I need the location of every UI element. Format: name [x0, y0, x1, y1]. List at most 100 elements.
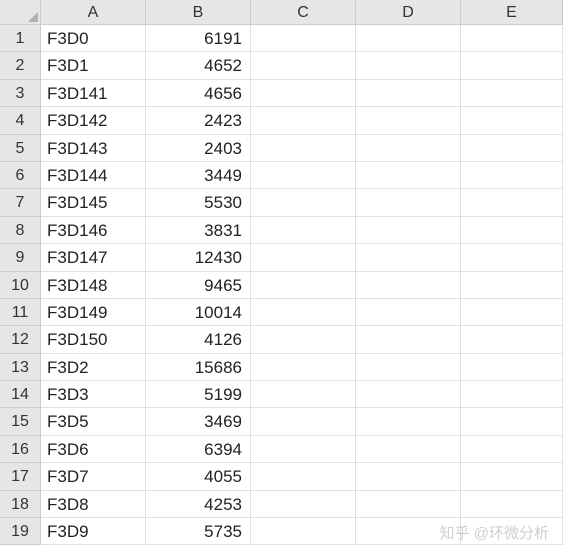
cell[interactable]: F3D149	[41, 299, 146, 326]
cell[interactable]: F3D9	[41, 518, 146, 545]
cell[interactable]	[461, 463, 563, 490]
cell[interactable]	[356, 135, 461, 162]
cell[interactable]: 10014	[146, 299, 251, 326]
cell[interactable]: F3D143	[41, 135, 146, 162]
cell[interactable]	[461, 189, 563, 216]
cell[interactable]	[356, 326, 461, 353]
cell[interactable]	[356, 299, 461, 326]
cell[interactable]	[251, 107, 356, 134]
row-header[interactable]: 18	[0, 491, 41, 518]
row-header[interactable]: 4	[0, 107, 41, 134]
row-header[interactable]: 9	[0, 244, 41, 271]
cell[interactable]	[461, 80, 563, 107]
cell[interactable]	[356, 244, 461, 271]
col-header-c[interactable]: C	[251, 0, 356, 25]
cell[interactable]	[251, 354, 356, 381]
row-header[interactable]: 15	[0, 408, 41, 435]
cell[interactable]	[461, 162, 563, 189]
cell[interactable]: 4652	[146, 52, 251, 79]
cell[interactable]	[251, 272, 356, 299]
col-header-b[interactable]: B	[146, 0, 251, 25]
cell[interactable]	[251, 381, 356, 408]
cell[interactable]	[461, 52, 563, 79]
row-header[interactable]: 12	[0, 326, 41, 353]
cell[interactable]: F3D148	[41, 272, 146, 299]
cell[interactable]	[461, 408, 563, 435]
cell[interactable]: 3831	[146, 217, 251, 244]
row-header[interactable]: 2	[0, 52, 41, 79]
cell[interactable]	[251, 25, 356, 52]
cell[interactable]: 4656	[146, 80, 251, 107]
cell[interactable]: F3D0	[41, 25, 146, 52]
cell[interactable]	[356, 217, 461, 244]
cell[interactable]	[461, 107, 563, 134]
cell[interactable]	[251, 463, 356, 490]
cell[interactable]: F3D150	[41, 326, 146, 353]
cell[interactable]	[461, 326, 563, 353]
cell[interactable]	[461, 491, 563, 518]
cell[interactable]	[251, 135, 356, 162]
row-header[interactable]: 1	[0, 25, 41, 52]
cell[interactable]	[461, 244, 563, 271]
cell[interactable]: 9465	[146, 272, 251, 299]
cell[interactable]	[356, 80, 461, 107]
cell[interactable]	[251, 436, 356, 463]
cell[interactable]: F3D3	[41, 381, 146, 408]
cell[interactable]	[251, 162, 356, 189]
col-header-a[interactable]: A	[41, 0, 146, 25]
cell[interactable]: F3D146	[41, 217, 146, 244]
cell[interactable]: 5199	[146, 381, 251, 408]
row-header[interactable]: 19	[0, 518, 41, 545]
cell[interactable]	[461, 518, 563, 545]
cell[interactable]	[251, 80, 356, 107]
row-header[interactable]: 10	[0, 272, 41, 299]
cell[interactable]	[251, 491, 356, 518]
row-header[interactable]: 17	[0, 463, 41, 490]
cell[interactable]	[356, 408, 461, 435]
cell[interactable]: 4253	[146, 491, 251, 518]
cell[interactable]	[356, 354, 461, 381]
cell[interactable]: 15686	[146, 354, 251, 381]
cell[interactable]: 3449	[146, 162, 251, 189]
cell[interactable]	[356, 381, 461, 408]
cell[interactable]	[251, 408, 356, 435]
cell[interactable]	[356, 107, 461, 134]
cell[interactable]: 4126	[146, 326, 251, 353]
cell[interactable]: 2423	[146, 107, 251, 134]
cell[interactable]: 2403	[146, 135, 251, 162]
col-header-e[interactable]: E	[461, 0, 563, 25]
cell[interactable]	[251, 299, 356, 326]
cell[interactable]	[356, 189, 461, 216]
col-header-d[interactable]: D	[356, 0, 461, 25]
cell[interactable]	[461, 436, 563, 463]
cell[interactable]: F3D147	[41, 244, 146, 271]
cell[interactable]	[461, 272, 563, 299]
select-all-corner[interactable]	[0, 0, 41, 25]
cell[interactable]	[461, 299, 563, 326]
cell[interactable]	[356, 518, 461, 545]
row-header[interactable]: 8	[0, 217, 41, 244]
cell[interactable]	[251, 52, 356, 79]
cell[interactable]	[251, 189, 356, 216]
cell[interactable]	[251, 326, 356, 353]
cell[interactable]: 3469	[146, 408, 251, 435]
row-header[interactable]: 7	[0, 189, 41, 216]
cell[interactable]: F3D144	[41, 162, 146, 189]
cell[interactable]	[356, 272, 461, 299]
cell[interactable]: F3D145	[41, 189, 146, 216]
row-header[interactable]: 5	[0, 135, 41, 162]
cell[interactable]: F3D7	[41, 463, 146, 490]
cell[interactable]: F3D141	[41, 80, 146, 107]
cell[interactable]	[356, 491, 461, 518]
row-header[interactable]: 13	[0, 354, 41, 381]
cell[interactable]: 5530	[146, 189, 251, 216]
row-header[interactable]: 3	[0, 80, 41, 107]
cell[interactable]	[461, 217, 563, 244]
cell[interactable]	[461, 381, 563, 408]
cell[interactable]: 4055	[146, 463, 251, 490]
cell[interactable]: 12430	[146, 244, 251, 271]
row-header[interactable]: 14	[0, 381, 41, 408]
cell[interactable]	[356, 25, 461, 52]
cell[interactable]: F3D6	[41, 436, 146, 463]
cell[interactable]: F3D142	[41, 107, 146, 134]
